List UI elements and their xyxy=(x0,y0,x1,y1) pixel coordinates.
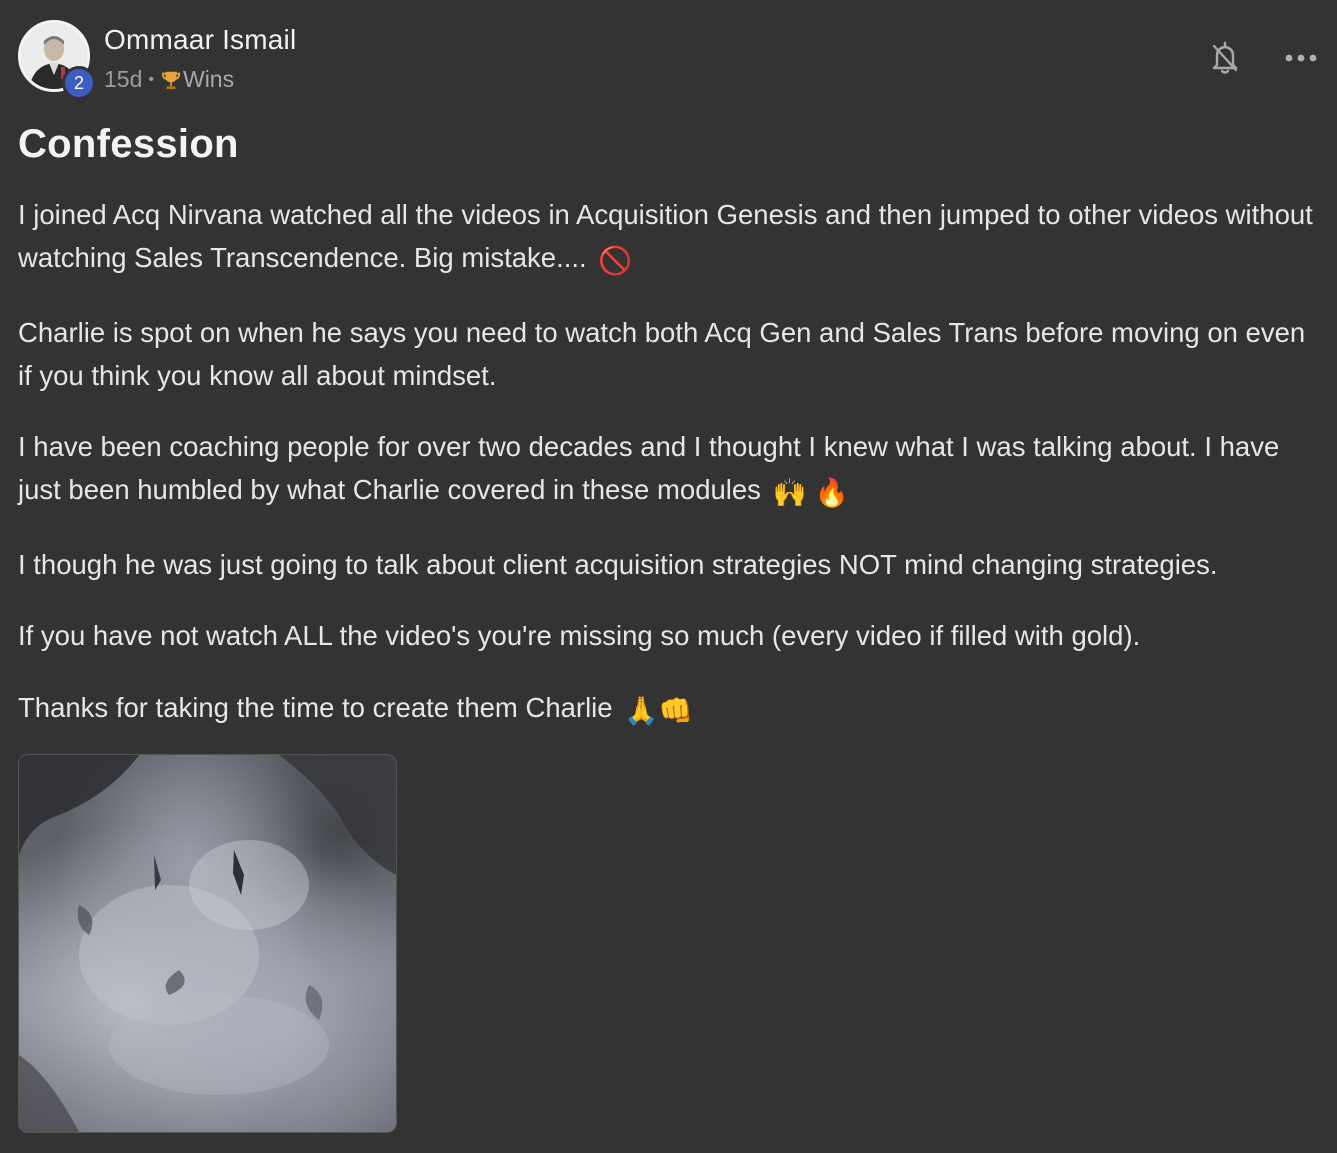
notifications-toggle-button[interactable] xyxy=(1207,38,1243,78)
category-label: Wins xyxy=(182,66,235,92)
paragraph: I though he was just going to talk about… xyxy=(18,543,1313,586)
author-avatar[interactable]: 2 xyxy=(18,20,96,100)
paragraph-text: I joined Acq Nirvana watched all the vid… xyxy=(18,199,1313,273)
raised-hands-fire-emoji: 🙌 🔥 xyxy=(772,477,849,508)
post-image-attachment[interactable] xyxy=(18,754,397,1133)
meta-separator: • xyxy=(148,70,154,88)
more-options-button[interactable] xyxy=(1283,38,1319,78)
paragraph: Thanks for taking the time to create the… xyxy=(18,686,1313,732)
paragraph: Charlie is spot on when he says you need… xyxy=(18,311,1313,397)
post-actions xyxy=(1207,38,1319,78)
post-meta: 15d • Wins xyxy=(104,66,234,93)
post-card: 2 Ommaar Ismail 15d • Wins Confession I … xyxy=(0,0,1337,1153)
paragraph-text: I have been coaching people for over two… xyxy=(18,431,1280,505)
prohibited-emoji: 🚫 xyxy=(598,245,633,276)
paragraph: If you have not watch ALL the video's yo… xyxy=(18,614,1313,657)
paragraph: I have been coaching people for over two… xyxy=(18,425,1313,514)
attachment-image xyxy=(19,755,396,1132)
bell-off-icon xyxy=(1212,41,1238,74)
post-body: I joined Acq Nirvana watched all the vid… xyxy=(18,193,1313,760)
post-age: 15d xyxy=(104,66,143,92)
trophy-icon xyxy=(161,71,181,89)
category-link[interactable]: Wins xyxy=(160,66,234,93)
paragraph-text: I though he was just going to talk about… xyxy=(18,548,1218,580)
paragraph: I joined Acq Nirvana watched all the vid… xyxy=(18,193,1313,282)
more-horizontal-icon xyxy=(1285,54,1317,62)
post-title: Confession xyxy=(18,122,239,166)
paragraph-text: Charlie is spot on when he says you need… xyxy=(18,316,1306,391)
post-header: 2 Ommaar Ismail 15d • Wins xyxy=(18,20,1319,100)
pray-fist-emoji: 🙏👊 xyxy=(624,694,693,726)
paragraph-text: If you have not watch ALL the video's yo… xyxy=(18,620,1141,651)
level-badge: 2 xyxy=(62,66,96,100)
author-name[interactable]: Ommaar Ismail xyxy=(104,24,296,56)
paragraph-text: Thanks for taking the time to create the… xyxy=(18,691,613,723)
